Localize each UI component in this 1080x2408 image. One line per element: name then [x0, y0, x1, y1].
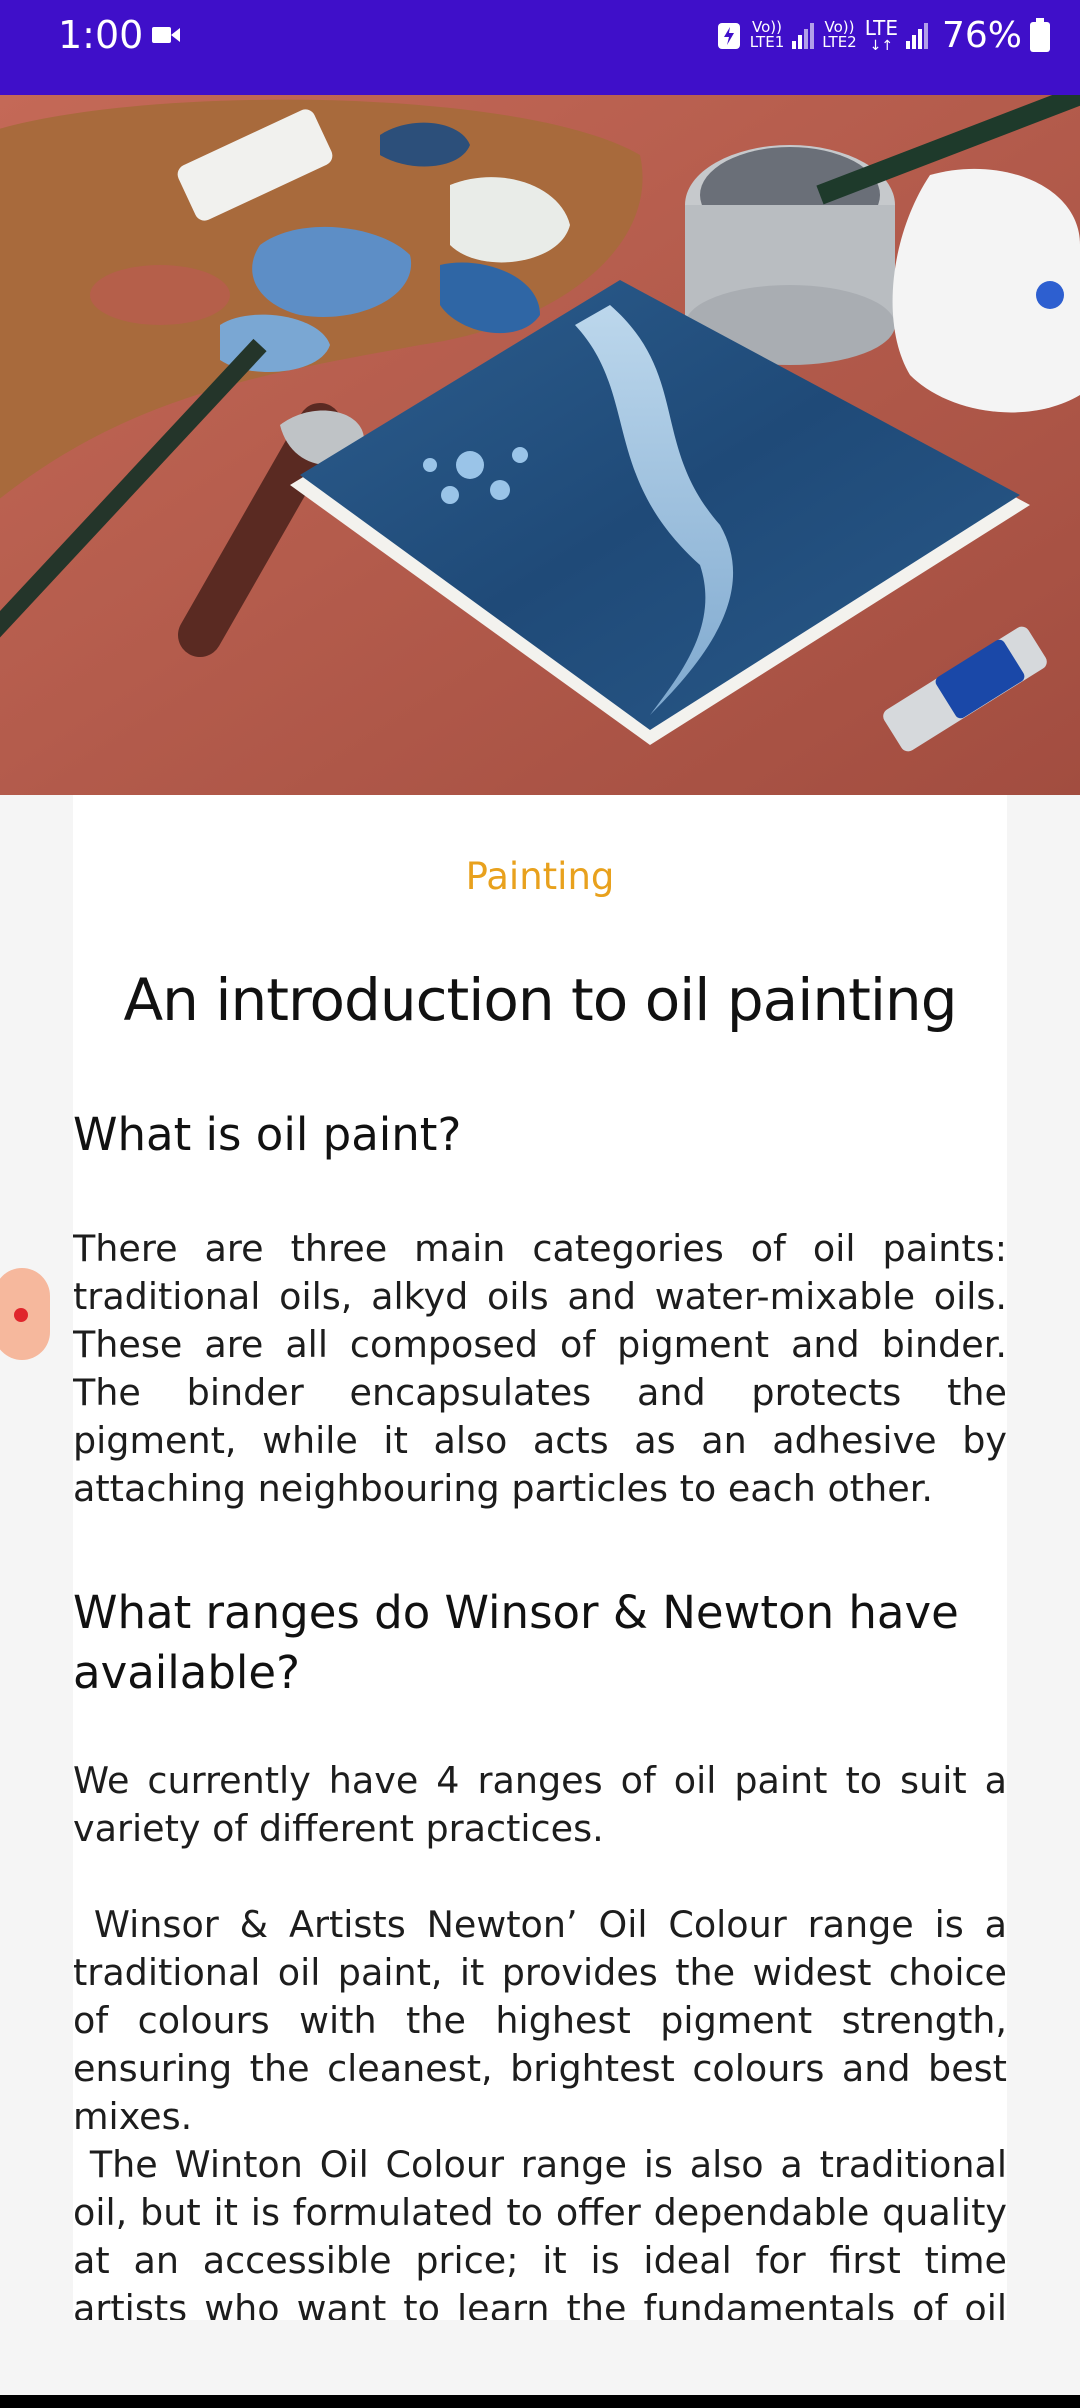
battery-percent: 76% [941, 14, 1022, 56]
network-type: LTE ↓↑ [864, 16, 898, 54]
paragraph: We currently have 4 ranges of oil paint … [73, 1759, 1007, 1850]
battery-saver-icon [717, 23, 740, 49]
sim1-label: Vo)) LTE1 [749, 18, 785, 51]
article-title: An introduction to oil painting [123, 966, 957, 1034]
record-dot-icon [14, 1308, 28, 1322]
hero-image [0, 95, 1080, 795]
video-recording-icon [152, 27, 180, 43]
status-icons: Vo)) LTE1 Vo)) LTE2 LTE ↓↑ 76% [716, 14, 1050, 56]
paragraph: The Winton Oil Colour range is also a tr… [73, 2143, 1007, 2320]
article-card: Painting An introduction to oil painting… [73, 795, 1007, 2320]
category-label[interactable]: Painting [73, 855, 1007, 899]
signal-bars-icon-2 [905, 23, 928, 49]
status-bar: 1:00 Vo)) LTE1 Vo)) LTE2 LTE ↓↑ 76% [0, 0, 1080, 95]
section-heading: What is oil paint? [73, 1108, 462, 1161]
section-heading: What ranges do Winsor & Newton have avai… [73, 1586, 959, 1699]
paragraph: Winsor & Artists Newton’ Oil Colour rang… [73, 1903, 1007, 2138]
status-time: 1:00 [58, 13, 144, 57]
navigation-bar [0, 2395, 1080, 2408]
floating-assistant-button[interactable] [0, 1268, 50, 1360]
battery-icon [1030, 18, 1050, 52]
paragraph: There are three main categories of oil p… [73, 1227, 1007, 1510]
sim2-label: Vo)) LTE2 [822, 18, 857, 51]
signal-bars-icon [792, 23, 815, 49]
oil-painting-photo-icon [0, 95, 1080, 795]
